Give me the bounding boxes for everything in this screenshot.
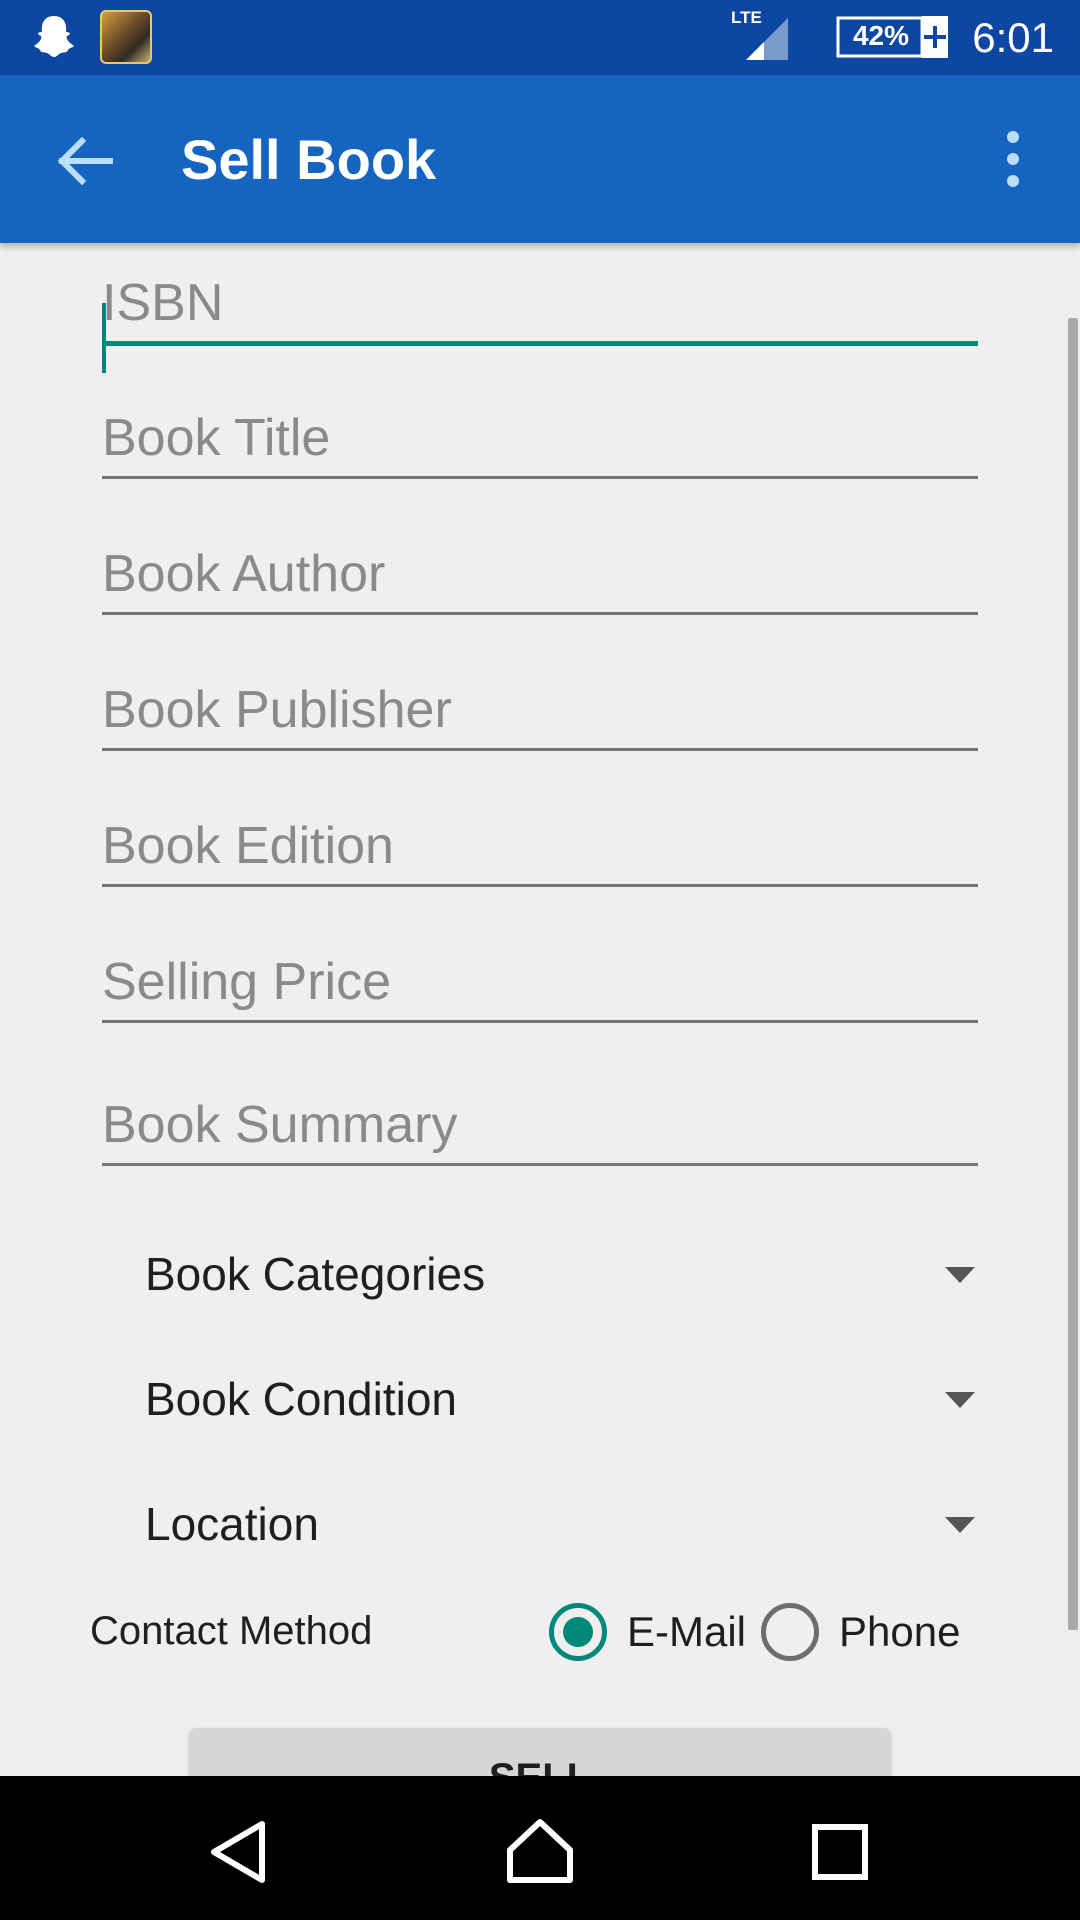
- selling-price-underline: [102, 1020, 978, 1023]
- book-title-input[interactable]: [102, 408, 978, 476]
- book-publisher-field[interactable]: [102, 680, 978, 751]
- snapchat-ghost-icon: [34, 16, 74, 57]
- book-summary-underline: [102, 1163, 978, 1166]
- app-bar: Sell Book: [0, 75, 1080, 243]
- text-cursor: [102, 303, 106, 373]
- book-categories-spinner[interactable]: Book Categories: [145, 1229, 985, 1319]
- isbn-input[interactable]: [102, 273, 978, 341]
- page-title: Sell Book: [181, 128, 437, 191]
- radio-selected-dot: [563, 1617, 593, 1647]
- book-condition-label: Book Condition: [145, 1373, 457, 1425]
- book-categories-label: Book Categories: [145, 1248, 486, 1300]
- back-arrow-icon[interactable]: [48, 125, 120, 197]
- signal-icon: [746, 18, 788, 60]
- status-bar: LTE 42% 6:01: [0, 0, 1080, 75]
- recents-icon[interactable]: [800, 1812, 880, 1892]
- book-title-field[interactable]: [102, 408, 978, 479]
- book-author-field[interactable]: [102, 544, 978, 615]
- clock: 6:01: [972, 14, 1054, 61]
- email-radio[interactable]: [549, 1603, 607, 1661]
- book-summary-field[interactable]: [102, 1095, 978, 1166]
- selling-price-field[interactable]: [102, 952, 978, 1023]
- dropdown-arrow-icon: [945, 1517, 975, 1533]
- sell-book-form: Book Categories Book Condition Location: [0, 243, 1080, 1776]
- dropdown-arrow-icon: [945, 1392, 975, 1408]
- selling-price-input[interactable]: [102, 952, 978, 1020]
- home-icon[interactable]: [500, 1812, 580, 1892]
- book-summary-input[interactable]: [102, 1095, 978, 1163]
- navigation-bar: [0, 1776, 1080, 1920]
- back-triangle-icon[interactable]: [200, 1812, 280, 1892]
- overflow-menu-icon[interactable]: [995, 127, 1031, 191]
- scrollbar[interactable]: [1068, 318, 1078, 1630]
- phone-radio[interactable]: [761, 1603, 819, 1661]
- book-author-input[interactable]: [102, 544, 978, 612]
- isbn-underline: [102, 341, 978, 346]
- isbn-field[interactable]: [102, 273, 978, 373]
- book-condition-spinner[interactable]: Book Condition: [145, 1354, 985, 1444]
- book-publisher-underline: [102, 748, 978, 751]
- email-option-label[interactable]: E-Mail: [627, 1608, 746, 1656]
- phone-option-label[interactable]: Phone: [839, 1608, 960, 1656]
- book-publisher-input[interactable]: [102, 680, 978, 748]
- location-spinner[interactable]: Location: [145, 1479, 985, 1569]
- book-edition-underline: [102, 884, 978, 887]
- book-edition-input[interactable]: [102, 816, 978, 884]
- location-label: Location: [145, 1498, 319, 1550]
- book-author-underline: [102, 612, 978, 615]
- book-title-underline: [102, 476, 978, 479]
- game-app-icon: [100, 10, 152, 64]
- book-edition-field[interactable]: [102, 816, 978, 887]
- contact-method-label: Contact Method: [90, 1609, 373, 1653]
- dropdown-arrow-icon: [945, 1267, 975, 1283]
- battery-percent: 42%: [852, 20, 910, 51]
